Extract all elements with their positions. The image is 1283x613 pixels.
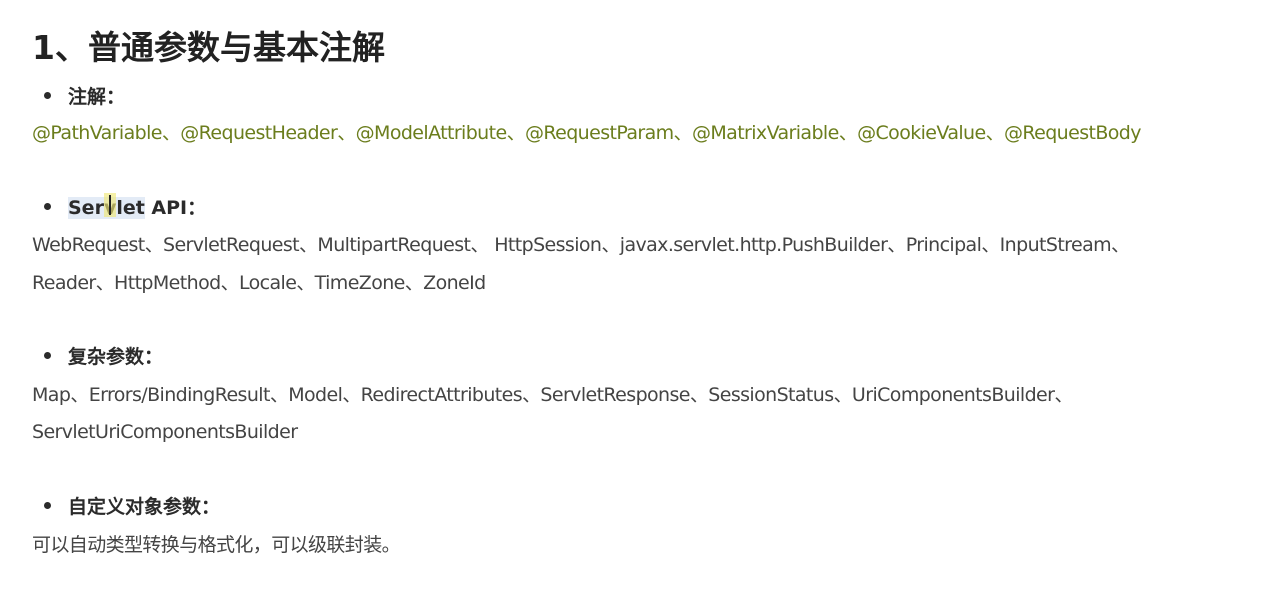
bullet-icon [44, 502, 51, 509]
servlet-api-line-1: WebRequest、ServletRequest、MultipartReque… [32, 234, 1130, 256]
bullet-icon [44, 92, 51, 99]
custom-object-params-line: 可以自动类型转换与格式化，可以级联封装。 [32, 534, 401, 556]
section-heading-label: 注解： [68, 86, 126, 108]
bullet-icon [44, 203, 51, 210]
annotation-list-line: @PathVariable、@RequestHeader、@ModelAttri… [32, 122, 1142, 144]
section-heading-complex-params: 复杂参数： [44, 344, 163, 370]
servlet-api-line-2: Reader、HttpMethod、Locale、TimeZone、ZoneId [32, 272, 486, 294]
page-title: 1、普通参数与基本注解 [32, 28, 385, 67]
complex-params-line-2: ServletUriComponentsBuilder [32, 421, 298, 443]
complex-params-line-1: Map、Errors/BindingResult、Model、RedirectA… [32, 384, 1073, 406]
text-cursor-icon [104, 193, 116, 217]
section-heading-label: 自定义对象参数： [68, 496, 221, 518]
section-heading-label: 复杂参数： [68, 346, 164, 368]
section-heading-servlet-api: Servlet API： [44, 195, 206, 221]
bullet-icon [44, 352, 51, 359]
section-heading-label: API： [144, 197, 207, 219]
section-heading-custom-object-params: 自定义对象参数： [44, 494, 220, 520]
section-heading-annotations: 注解： [44, 84, 125, 110]
